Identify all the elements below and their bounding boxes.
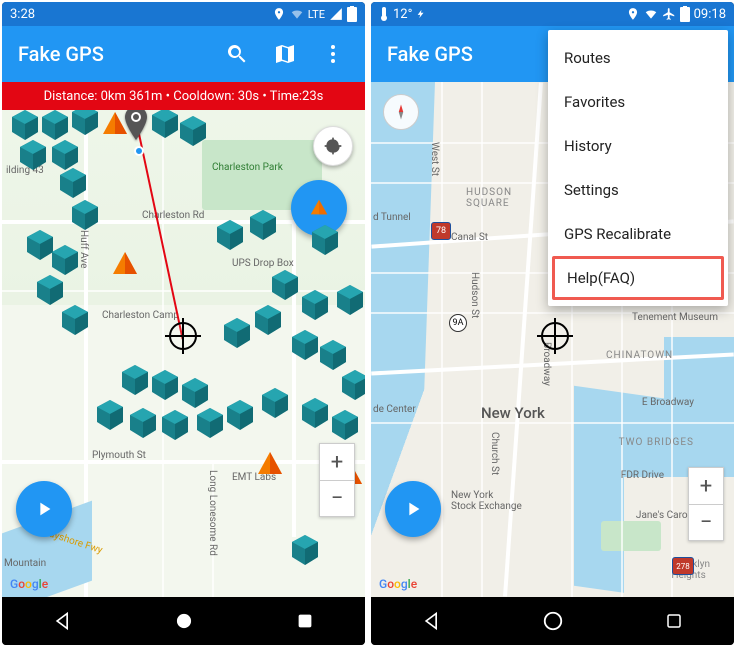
map-label: New York Stock Exchange	[451, 490, 522, 512]
map-label: Hudson St	[469, 272, 480, 318]
menu-item-routes[interactable]: Routes	[548, 36, 728, 80]
map-label: Charleston Park	[212, 162, 283, 173]
network-label: LTE	[308, 8, 325, 21]
start-fab[interactable]	[385, 481, 441, 537]
menu-item-recalibrate[interactable]: GPS Recalibrate	[548, 212, 728, 256]
menu-item-settings[interactable]: Settings	[548, 168, 728, 212]
battery-icon	[680, 6, 690, 22]
map-label: TWO BRIDGES	[619, 437, 694, 448]
alert-text: Distance: 0km 361m • Cooldown: 30s • Tim…	[44, 89, 324, 104]
zoom-control: + −	[319, 443, 355, 517]
route-shield: 9A	[449, 314, 467, 332]
search-button[interactable]	[217, 34, 257, 74]
zoom-control: + −	[688, 467, 724, 541]
overflow-menu: Routes Favorites History Settings GPS Re…	[548, 30, 728, 306]
nav-recent-button[interactable]	[660, 607, 688, 635]
zoom-out-button[interactable]: −	[689, 504, 723, 540]
airplane-icon	[662, 7, 676, 21]
orientation-fab[interactable]	[291, 180, 347, 236]
phone-left: 3:28 LTE Fake GPS Distance: 0km 361m • C…	[2, 2, 365, 645]
more-vert-icon	[321, 42, 345, 66]
play-icon	[33, 498, 55, 520]
google-logo: Google	[379, 577, 417, 591]
app-bar: Fake GPS	[2, 26, 365, 82]
overflow-button[interactable]	[313, 34, 353, 74]
map-label: Charleston Rd	[142, 210, 204, 221]
map-label: Mountain	[4, 558, 46, 569]
my-location-button[interactable]	[313, 126, 353, 166]
play-icon	[402, 498, 424, 520]
wifi-icon	[644, 7, 658, 21]
nav-back-button[interactable]	[49, 607, 77, 635]
zoom-in-button[interactable]: +	[689, 468, 723, 504]
nav-recent-button[interactable]	[291, 607, 319, 635]
nav-home-button[interactable]	[539, 607, 567, 635]
route-shield: 278	[672, 557, 694, 575]
map-label: Canal St	[451, 232, 488, 243]
center-crosshair	[169, 322, 197, 350]
current-location-dot	[134, 146, 144, 156]
map-label: UPS Drop Box	[232, 258, 294, 269]
status-time: 09:18	[694, 7, 726, 22]
app-title: Fake GPS	[18, 42, 209, 66]
map-label: Long Lonesome Rd	[207, 470, 218, 556]
status-temperature: 12°	[393, 7, 412, 22]
phone-right: 12° 09:18 Fake GPS	[371, 2, 734, 645]
lightning-icon	[416, 7, 426, 21]
location-icon	[626, 7, 640, 21]
map-label: de Center	[373, 404, 416, 415]
status-bar: 3:28 LTE	[2, 2, 365, 26]
map-label: CHINATOWN	[606, 350, 673, 361]
distance-line	[138, 134, 184, 340]
map-icon	[273, 42, 297, 66]
nav-back-button[interactable]	[418, 607, 446, 635]
wifi-icon	[290, 7, 304, 21]
map-label: ilding 43	[6, 165, 44, 176]
menu-item-history[interactable]: History	[548, 124, 728, 168]
thermometer-icon	[379, 7, 389, 21]
alert-strip: Distance: 0km 361m • Cooldown: 30s • Tim…	[2, 82, 365, 110]
pyramid-icon	[308, 197, 330, 219]
compass-button[interactable]	[383, 94, 419, 130]
search-icon	[225, 42, 249, 66]
start-fab[interactable]	[16, 481, 72, 537]
nav-home-button[interactable]	[170, 607, 198, 635]
map-label: Huff Ave	[78, 230, 89, 268]
map-label: Plymouth St	[92, 450, 146, 461]
location-icon	[272, 7, 286, 21]
menu-item-favorites[interactable]: Favorites	[548, 80, 728, 124]
nav-bar	[371, 597, 734, 645]
nav-bar	[2, 597, 365, 645]
map-label: Tenement Museum	[632, 312, 718, 323]
map-view[interactable]: ilding 43 Charleston Park Charleston Rd …	[2, 110, 365, 597]
status-time: 3:28	[10, 7, 35, 22]
map-label: FDR Drive	[621, 470, 664, 481]
signal-icon	[329, 7, 343, 21]
route-shield: 78	[431, 222, 451, 240]
center-crosshair	[541, 322, 569, 350]
map-label: HUDSON SQUARE	[466, 187, 512, 209]
google-logo: Google	[10, 577, 48, 591]
map-mode-button[interactable]	[265, 34, 305, 74]
zoom-out-button[interactable]: −	[320, 480, 354, 516]
map-label: E Broadway	[642, 397, 694, 408]
battery-icon	[347, 6, 357, 22]
map-label: West St	[429, 142, 440, 176]
map-label: d Tunnel	[373, 212, 411, 223]
status-bar: 12° 09:18	[371, 2, 734, 26]
menu-item-help[interactable]: Help(FAQ)	[552, 256, 724, 300]
compass-icon	[392, 103, 410, 121]
my-location-icon	[323, 136, 343, 156]
map-label: New York	[481, 404, 545, 422]
map-label: Charleston Camp	[102, 310, 179, 321]
map-label: Church St	[489, 432, 500, 475]
zoom-in-button[interactable]: +	[320, 444, 354, 480]
